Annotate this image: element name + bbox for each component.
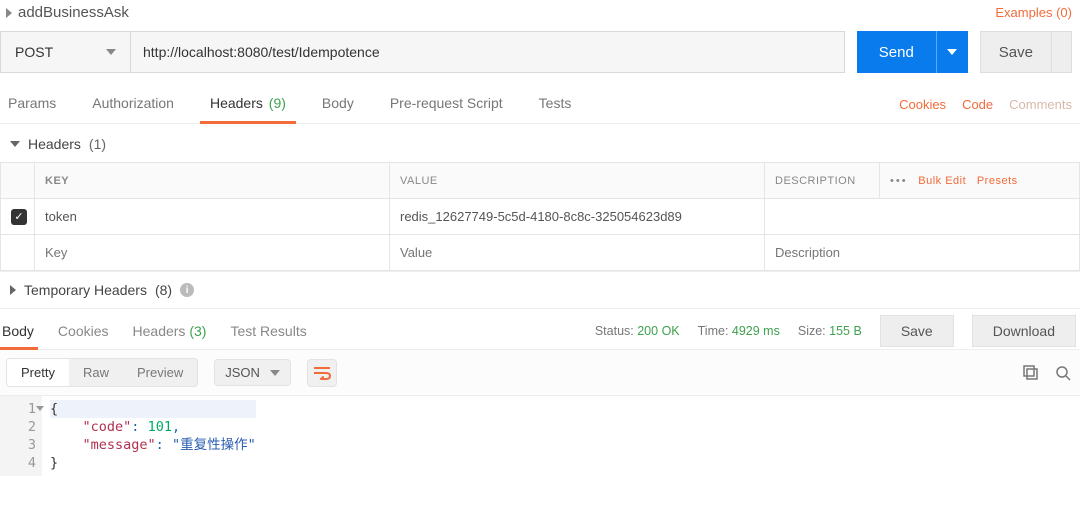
headers-section-toggle[interactable]: Headers (1) [0,124,1080,162]
examples-link[interactable]: Examples (0) [995,5,1072,20]
header-desc-input[interactable] [775,235,1069,270]
presets-link[interactable]: Presets [977,175,1018,187]
row-checkbox[interactable]: ✓ [11,209,27,225]
resp-tab-body[interactable]: Body [0,313,36,349]
resp-save-button[interactable]: Save [880,315,954,347]
headers-table: KEY VALUE DESCRIPTION ••• Bulk Edit Pres… [0,162,1080,271]
link-cookies[interactable]: Cookies [899,97,946,112]
view-raw[interactable]: Raw [69,359,123,386]
resp-tab-cookies[interactable]: Cookies [56,313,111,349]
col-description: DESCRIPTION [765,163,880,199]
header-key-input[interactable] [45,199,379,234]
info-icon[interactable]: i [180,283,194,297]
tab-authorization[interactable]: Authorization [88,85,178,123]
wrap-lines-icon[interactable] [307,359,337,387]
method-url-group: POST [0,31,845,73]
format-select[interactable]: JSON [214,359,291,386]
chevron-down-icon [10,141,20,147]
bulk-edit-link[interactable]: Bulk Edit [918,175,966,187]
view-pretty[interactable]: Pretty [7,359,69,386]
line-number: 3 [10,436,36,454]
header-key-input[interactable] [45,235,379,270]
response-body: 1 2 3 4 { "code": 101, "message": "重复性操作… [0,396,1080,476]
resp-tab-tests[interactable]: Test Results [228,313,308,349]
save-button[interactable]: Save [980,31,1052,73]
link-comments[interactable]: Comments [1009,97,1072,112]
col-value: VALUE [390,163,765,199]
request-title: addBusinessAsk [18,4,129,21]
line-number: 4 [10,454,36,472]
link-code[interactable]: Code [962,97,993,112]
header-desc-input[interactable] [775,199,1069,234]
time-label: Time: 4929 ms [698,324,780,338]
tab-body[interactable]: Body [318,85,358,123]
line-number: 2 [10,418,36,436]
view-preview[interactable]: Preview [123,359,197,386]
status-label: Status: 200 OK [595,324,680,338]
method-select[interactable]: POST [1,32,131,72]
url-input[interactable] [131,32,844,72]
tab-prerequest[interactable]: Pre-request Script [386,85,507,123]
chevron-down-icon [947,49,957,55]
tab-headers[interactable]: Headers (9) [206,85,290,123]
header-value-input[interactable] [400,235,754,270]
header-row-new [1,235,1080,271]
tab-params[interactable]: Params [4,85,60,123]
send-button[interactable]: Send [857,31,936,73]
send-dropdown[interactable] [936,31,968,73]
col-key: KEY [35,163,390,199]
tab-tests[interactable]: Tests [535,85,576,123]
chevron-down-icon [270,370,280,376]
resp-download-button[interactable]: Download [972,315,1076,347]
copy-icon[interactable] [1022,364,1040,382]
collapse-icon[interactable] [6,8,12,18]
more-icon[interactable]: ••• [890,175,908,187]
view-mode-tabs: Pretty Raw Preview [6,358,198,387]
header-value-input[interactable] [400,199,754,234]
chevron-down-icon [106,49,116,55]
save-dropdown[interactable] [1052,31,1072,73]
line-number: 1 [10,400,36,418]
resp-tab-headers[interactable]: Headers (3) [131,313,209,349]
search-icon[interactable] [1054,364,1072,382]
header-row: ✓ [1,199,1080,235]
chevron-right-icon [10,285,16,295]
size-label: Size: 155 B [798,324,862,338]
temp-headers-toggle[interactable]: Temporary Headers (8) i [0,271,1080,308]
